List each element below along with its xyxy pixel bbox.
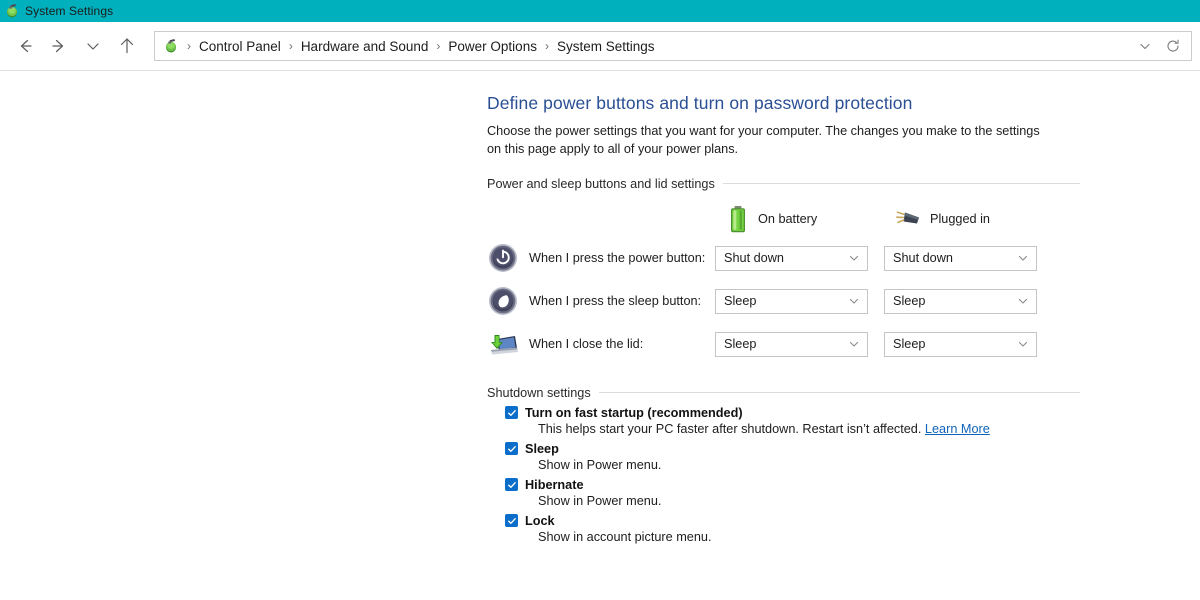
column-header-on-battery-label: On battery <box>758 211 818 226</box>
setting-label-close-lid: When I close the lid: <box>529 337 644 352</box>
column-headers: On battery Plugged in <box>487 201 1200 237</box>
shutdown-section-header: Shutdown settings <box>487 386 1080 400</box>
breadcrumb-separator: › <box>436 39 441 53</box>
back-button[interactable] <box>8 29 42 63</box>
page-description: Choose the power settings that you want … <box>487 124 1040 157</box>
window-titlebar: System Settings <box>0 0 1200 22</box>
combo-value: Sleep <box>724 337 757 352</box>
chevron-down-icon <box>848 295 860 307</box>
power-section-header: Power and sleep buttons and lid settings <box>487 177 1080 191</box>
chevron-down-icon <box>848 252 860 264</box>
chevron-down-icon[interactable] <box>1131 33 1159 59</box>
breadcrumb-item-system-settings[interactable]: System Settings <box>553 37 659 56</box>
shutdown-section-label: Shutdown settings <box>487 385 591 400</box>
combo-value: Sleep <box>893 337 926 352</box>
description-text: This helps start your PC faster after sh… <box>538 421 922 436</box>
column-header-plugged-in-label: Plugged in <box>930 211 990 226</box>
checkbox-description-lock: Show in account picture menu. <box>538 529 712 544</box>
checkbox-row[interactable]: Hibernate <box>487 478 1200 492</box>
setting-label-power-button: When I press the power button: <box>529 251 706 266</box>
shutdown-settings-section: Shutdown settings Turn on fast startup (… <box>487 386 1200 544</box>
power-plug-icon <box>895 209 921 229</box>
checkbox-row[interactable]: Sleep <box>487 442 1200 456</box>
setting-row-close-lid: When I close the lid: Sleep Sleep <box>487 323 1200 366</box>
breadcrumb-item-hardware-and-sound[interactable]: Hardware and Sound <box>297 37 433 56</box>
checkbox-item-sleep: Sleep Show in Power menu. <box>487 442 1200 472</box>
close-lid-plugged-in-dropdown[interactable]: Sleep <box>884 331 1037 357</box>
breadcrumb[interactable]: › Control Panel › Hardware and Sound › P… <box>154 31 1192 61</box>
combo-value: Sleep <box>893 294 926 309</box>
recent-locations-button[interactable] <box>76 29 110 63</box>
breadcrumb-item-power-options[interactable]: Power Options <box>444 37 541 56</box>
up-button[interactable] <box>110 29 144 63</box>
window-title: System Settings <box>25 4 114 18</box>
laptop-lid-icon <box>487 328 519 360</box>
checkbox-sleep[interactable] <box>505 442 518 456</box>
power-button-on-battery-dropdown[interactable]: Shut down <box>715 245 868 271</box>
chevron-down-icon <box>1017 338 1029 350</box>
checkbox-description-sleep: Show in Power menu. <box>538 457 662 472</box>
checkbox-label-sleep: Sleep <box>525 441 559 456</box>
checkbox-label-lock: Lock <box>525 513 555 528</box>
battery-icon <box>727 205 749 233</box>
close-lid-on-battery-dropdown[interactable]: Sleep <box>715 331 868 357</box>
checkbox-item-lock: Lock Show in account picture menu. <box>487 514 1200 544</box>
section-divider <box>598 392 1080 394</box>
checkbox-description-hibernate: Show in Power menu. <box>538 493 662 508</box>
power-button-icon <box>487 242 519 274</box>
checkbox-row[interactable]: Turn on fast startup (recommended) <box>487 406 1200 420</box>
learn-more-link[interactable]: Learn More <box>925 422 990 436</box>
breadcrumb-item-control-panel[interactable]: Control Panel <box>195 37 285 56</box>
breadcrumb-separator: › <box>544 39 549 53</box>
combo-value: Sleep <box>724 294 757 309</box>
control-panel-power-icon <box>4 3 20 19</box>
forward-button[interactable] <box>42 29 76 63</box>
refresh-icon[interactable] <box>1159 33 1187 59</box>
breadcrumb-separator: › <box>187 39 191 53</box>
combo-value: Shut down <box>893 251 953 266</box>
column-header-plugged-in: Plugged in <box>895 209 1063 229</box>
checkbox-item-fast-startup: Turn on fast startup (recommended) This … <box>487 406 1200 436</box>
power-button-plugged-in-dropdown[interactable]: Shut down <box>884 245 1037 271</box>
checkbox-hibernate[interactable] <box>505 478 518 492</box>
setting-row-power-button: When I press the power button: Shut down… <box>487 237 1200 280</box>
column-header-on-battery: On battery <box>727 205 895 233</box>
checkbox-row[interactable]: Lock <box>487 514 1200 528</box>
settings-content: Define power buttons and turn on passwor… <box>0 71 1200 600</box>
address-bar: › Control Panel › Hardware and Sound › P… <box>0 22 1200 71</box>
chevron-down-icon <box>848 338 860 350</box>
setting-row-sleep-button: When I press the sleep button: Sleep Sle… <box>487 280 1200 323</box>
checkbox-label-hibernate: Hibernate <box>525 477 584 492</box>
sleep-button-on-battery-dropdown[interactable]: Sleep <box>715 288 868 314</box>
chevron-down-icon <box>1017 252 1029 264</box>
setting-label-sleep-button: When I press the sleep button: <box>529 294 702 309</box>
checkbox-item-hibernate: Hibernate Show in Power menu. <box>487 478 1200 508</box>
control-panel-power-icon <box>163 38 179 54</box>
checkbox-label-fast-startup: Turn on fast startup (recommended) <box>525 405 743 420</box>
checkbox-lock[interactable] <box>505 514 518 528</box>
combo-value: Shut down <box>724 251 784 266</box>
sleep-button-plugged-in-dropdown[interactable]: Sleep <box>884 288 1037 314</box>
chevron-down-icon <box>1017 295 1029 307</box>
section-divider <box>722 183 1080 185</box>
sleep-moon-icon <box>487 285 519 317</box>
breadcrumb-separator: › <box>288 39 293 53</box>
power-section-label: Power and sleep buttons and lid settings <box>487 176 715 191</box>
page-title: Define power buttons and turn on passwor… <box>487 93 913 113</box>
checkbox-fast-startup[interactable] <box>505 406 518 420</box>
checkbox-description-fast-startup: This helps start your PC faster after sh… <box>538 422 1200 436</box>
